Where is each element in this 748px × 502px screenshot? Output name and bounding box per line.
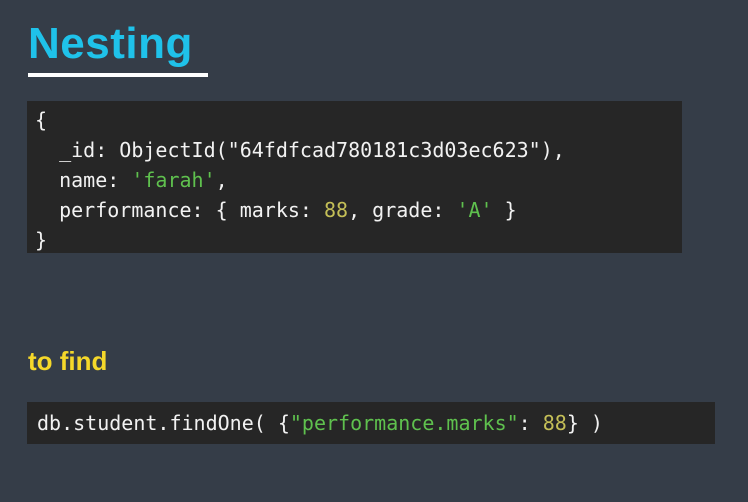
code-line-name: name: 'farah', [35, 165, 682, 195]
name-value: 'farah' [131, 168, 216, 192]
id-field: _id: ObjectId("64fdfcad780181c3d03ec623"… [35, 138, 565, 162]
title-underline [28, 73, 208, 77]
query-key: "performance.marks" [289, 411, 519, 435]
close-brace: } [35, 228, 48, 252]
name-suffix: , [215, 168, 228, 192]
grade-value: 'A' [456, 198, 493, 222]
slide-title: Nesting [28, 19, 193, 68]
code-line-id: _id: ObjectId("64fdfcad780181c3d03ec623"… [35, 135, 682, 165]
query-value: 88 [542, 411, 567, 435]
query-line: db.student.findOne( {"performance.marks"… [37, 408, 715, 438]
code-line-open: { [35, 105, 682, 135]
query-prefix: db.student.findOne( { [37, 411, 290, 435]
section-subtitle: to find [28, 346, 108, 376]
query-code-block: db.student.findOne( {"performance.marks"… [27, 402, 715, 444]
document-code-block: { _id: ObjectId("64fdfcad780181c3d03ec62… [27, 101, 682, 253]
code-line-close: } [35, 225, 682, 255]
open-brace: { [35, 108, 48, 132]
grade-key: , grade: [348, 198, 457, 222]
name-key: name: [35, 168, 132, 192]
query-suffix: } ) [566, 411, 603, 435]
performance-key: performance: { marks: [35, 198, 324, 222]
code-line-performance: performance: { marks: 88, grade: 'A' } [35, 195, 682, 225]
marks-value: 88 [323, 198, 349, 222]
performance-suffix: } [492, 198, 517, 222]
query-colon: : [518, 411, 543, 435]
